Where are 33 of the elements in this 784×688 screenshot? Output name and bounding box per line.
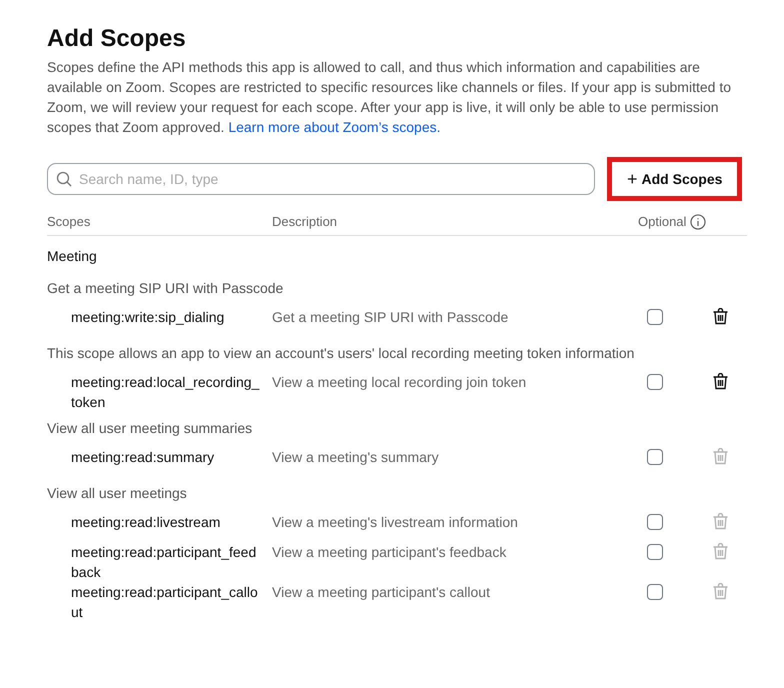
group-heading: Get a meeting SIP URI with Passcode (47, 279, 284, 298)
info-icon[interactable] (690, 214, 706, 230)
trash-icon[interactable] (712, 308, 729, 325)
page-title: Add Scopes (47, 24, 187, 54)
optional-checkbox[interactable] (647, 544, 663, 560)
search-field[interactable]: Search name, ID, type (47, 163, 595, 195)
group-heading: This scope allows an app to view an account's users' local recording meeting token information (47, 344, 636, 363)
scope-description: View a meeting's livestream information (272, 513, 519, 532)
scope-name: meeting:read:local_recording_token (71, 373, 260, 412)
optional-checkbox[interactable] (647, 449, 663, 465)
scope-name: meeting:read:livestream (71, 513, 222, 532)
optional-checkbox[interactable] (647, 584, 663, 600)
section-title: Meeting (47, 247, 98, 266)
search-icon (56, 171, 72, 187)
scope-description: View a meeting participant's callout (272, 583, 491, 602)
trash-icon[interactable] (712, 373, 729, 390)
learn-more-link[interactable]: Learn more about Zoom’s scopes. (228, 119, 441, 135)
optional-checkbox[interactable] (647, 514, 663, 530)
optional-checkbox[interactable] (647, 374, 663, 390)
scope-description: View a meeting's summary (272, 448, 440, 467)
column-header: Description (272, 213, 338, 232)
column-header: Scopes (47, 213, 92, 232)
scope-name: meeting:read:summary (71, 448, 216, 467)
scope-description: Get a meeting SIP URI with Passcode (272, 308, 510, 327)
group-heading: View all user meetings (47, 484, 188, 503)
intro-paragraph: Scopes define the API methods this app is allowed to call, and thus which information and capabilities are available on Zoom. Scopes are restricted to specific resources like channels or files. If your app is submitted to Zoom, we will review your request for each scope. After your app is live, it will only be able to use permission scopes that Zoom approved. Learn more about Zoom’s scopes. (47, 58, 732, 137)
scope-description: View a meeting local recording join token (272, 373, 528, 392)
group-heading: View all user meeting summaries (47, 419, 254, 438)
optional-checkbox[interactable] (647, 309, 663, 325)
column-header: Optional (638, 213, 686, 232)
scope-name: meeting:read:participant_callout (71, 583, 259, 622)
scope-name: meeting:write:sip_dialing (71, 308, 226, 327)
scope-description: View a meeting participant's feedback (272, 543, 508, 562)
